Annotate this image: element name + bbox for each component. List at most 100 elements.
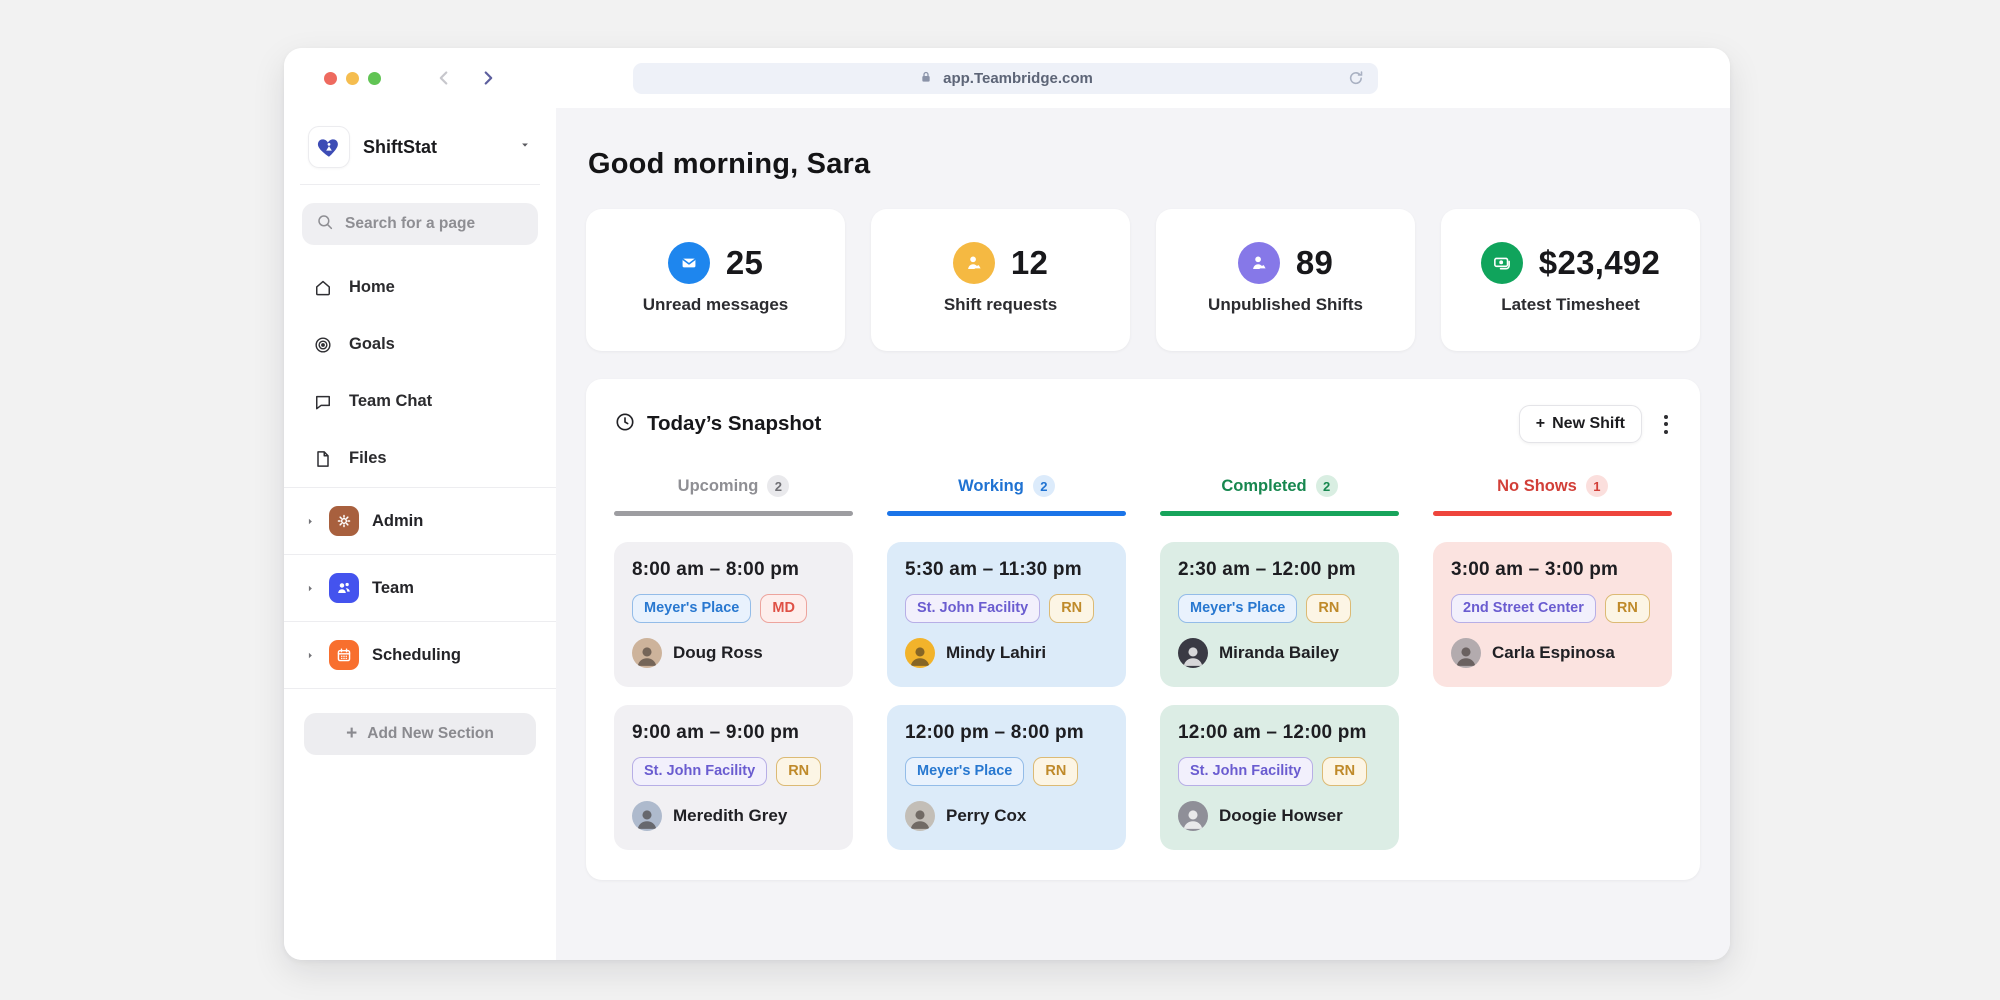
- back-button[interactable]: [433, 67, 455, 89]
- employee-name: Miranda Bailey: [1219, 643, 1339, 663]
- forward-button[interactable]: [477, 67, 499, 89]
- employee-name: Doogie Howser: [1219, 806, 1343, 826]
- clock-icon: [614, 411, 636, 438]
- column-no-shows: 3:00 am – 3:00 pm 2nd Street Center RN C…: [1433, 542, 1672, 687]
- stat-value: 89: [1296, 244, 1333, 282]
- sidebar-item-team-chat[interactable]: Team Chat: [302, 373, 538, 430]
- url-bar[interactable]: app.Teambridge.com: [633, 63, 1378, 94]
- add-new-section-button[interactable]: + Add New Section: [304, 713, 536, 755]
- shift-card[interactable]: 12:00 am – 12:00 pm St. John Facility RN…: [1160, 705, 1399, 850]
- tab-underline: [887, 511, 1126, 516]
- tab-underline: [1160, 511, 1399, 516]
- role-chip: RN: [1049, 594, 1094, 623]
- shift-time: 5:30 am – 11:30 pm: [905, 559, 1108, 581]
- tab-label: Working: [958, 477, 1024, 496]
- shift-card[interactable]: 3:00 am – 3:00 pm 2nd Street Center RN C…: [1433, 542, 1672, 687]
- sidebar: ShiftStat Search for a page: [284, 108, 556, 960]
- window-controls: [324, 72, 381, 85]
- shift-time: 3:00 am – 3:00 pm: [1451, 559, 1654, 581]
- snapshot-tabs: Upcoming 2 Working 2: [614, 475, 1672, 516]
- column-working: 5:30 am – 11:30 pm St. John Facility RN …: [887, 542, 1126, 850]
- zoom-window-button[interactable]: [368, 72, 381, 85]
- sidebar-section-team[interactable]: Team: [302, 555, 538, 621]
- sidebar-item-label: Home: [349, 278, 395, 297]
- sidebar-item-label: Team Chat: [349, 392, 432, 411]
- sidebar-nav: Home Goals Team Chat: [302, 259, 538, 487]
- shift-time: 9:00 am – 9:00 pm: [632, 722, 835, 744]
- chevron-down-icon[interactable]: [518, 138, 532, 157]
- sidebar-item-goals[interactable]: Goals: [302, 316, 538, 373]
- snapshot-title: Today’s Snapshot: [647, 412, 821, 436]
- chevron-right-icon[interactable]: [304, 583, 316, 594]
- kebab-menu-icon[interactable]: [1660, 411, 1672, 438]
- role-chip: RN: [1033, 757, 1078, 786]
- stat-card-unpublished-shifts[interactable]: 89 Unpublished Shifts: [1156, 209, 1415, 351]
- stat-value: 12: [1011, 244, 1048, 282]
- sidebar-item-files[interactable]: Files: [302, 430, 538, 487]
- sidebar-section-label: Scheduling: [372, 646, 461, 665]
- sidebar-section-admin[interactable]: Admin: [302, 488, 538, 554]
- todays-snapshot-panel: Today’s Snapshot + New Shift: [586, 379, 1700, 880]
- plus-icon: +: [346, 724, 357, 743]
- stat-card-unread-messages[interactable]: 25 Unread messages: [586, 209, 845, 351]
- minimize-window-button[interactable]: [346, 72, 359, 85]
- shift-card[interactable]: 12:00 pm – 8:00 pm Meyer's Place RN Perr…: [887, 705, 1126, 850]
- reload-icon[interactable]: [1346, 68, 1366, 92]
- main-content: Good morning, Sara 25 Unread messages: [556, 108, 1730, 960]
- tab-count-badge: 2: [1033, 475, 1055, 497]
- tab-label: No Shows: [1497, 477, 1577, 496]
- workspace-switcher[interactable]: ShiftStat: [308, 124, 532, 170]
- tab-no-shows[interactable]: No Shows 1: [1433, 475, 1672, 516]
- employee-name: Carla Espinosa: [1492, 643, 1615, 663]
- tab-count-badge: 2: [1316, 475, 1338, 497]
- role-chip: RN: [1322, 757, 1367, 786]
- workspace-name: ShiftStat: [363, 137, 518, 158]
- location-chip: 2nd Street Center: [1451, 594, 1596, 623]
- employee-name: Doug Ross: [673, 643, 763, 663]
- tab-completed[interactable]: Completed 2: [1160, 475, 1399, 516]
- sidebar-section-scheduling[interactable]: Scheduling: [302, 622, 538, 688]
- avatar: [632, 638, 662, 668]
- shift-card[interactable]: 8:00 am – 8:00 pm Meyer's Place MD Doug …: [614, 542, 853, 687]
- person-icon: [1238, 242, 1280, 284]
- location-chip: St. John Facility: [1178, 757, 1313, 786]
- tab-underline: [614, 511, 853, 516]
- chevron-right-icon[interactable]: [304, 516, 316, 527]
- stat-card-latest-timesheet[interactable]: $23,492 Latest Timesheet: [1441, 209, 1700, 351]
- gear-icon: [329, 506, 359, 536]
- mail-icon: [668, 242, 710, 284]
- lock-icon: [918, 69, 934, 89]
- chevron-right-icon[interactable]: [304, 650, 316, 661]
- employee-name: Perry Cox: [946, 806, 1026, 826]
- stat-value: $23,492: [1539, 244, 1660, 282]
- home-icon: [312, 278, 333, 298]
- sidebar-divider: [284, 688, 556, 689]
- sidebar-divider: [300, 184, 540, 185]
- stat-label: Unpublished Shifts: [1208, 295, 1363, 315]
- shift-card[interactable]: 9:00 am – 9:00 pm St. John Facility RN M…: [614, 705, 853, 850]
- cash-icon: [1481, 242, 1523, 284]
- browser-chrome: app.Teambridge.com: [284, 48, 1730, 108]
- search-input[interactable]: Search for a page: [302, 203, 538, 245]
- tab-upcoming[interactable]: Upcoming 2: [614, 475, 853, 516]
- url-text: app.Teambridge.com: [943, 70, 1093, 87]
- sidebar-item-home[interactable]: Home: [302, 259, 538, 316]
- sidebar-section-label: Team: [372, 579, 414, 598]
- desktop-background: app.Teambridge.com ShiftStat: [0, 0, 2000, 1000]
- location-chip: St. John Facility: [632, 757, 767, 786]
- location-chip: Meyer's Place: [632, 594, 751, 623]
- stat-value: 25: [726, 244, 763, 282]
- location-chip: St. John Facility: [905, 594, 1040, 623]
- tab-working[interactable]: Working 2: [887, 475, 1126, 516]
- stat-card-shift-requests[interactable]: 12 Shift requests: [871, 209, 1130, 351]
- shift-time: 12:00 am – 12:00 pm: [1178, 722, 1381, 744]
- stat-label: Latest Timesheet: [1501, 295, 1640, 315]
- search-icon: [316, 213, 334, 236]
- chat-icon: [312, 392, 333, 412]
- close-window-button[interactable]: [324, 72, 337, 85]
- new-shift-button[interactable]: + New Shift: [1519, 405, 1642, 443]
- shift-card[interactable]: 5:30 am – 11:30 pm St. John Facility RN …: [887, 542, 1126, 687]
- avatar: [905, 638, 935, 668]
- shift-card[interactable]: 2:30 am – 12:00 pm Meyer's Place RN Mira…: [1160, 542, 1399, 687]
- tab-count-badge: 1: [1586, 475, 1608, 497]
